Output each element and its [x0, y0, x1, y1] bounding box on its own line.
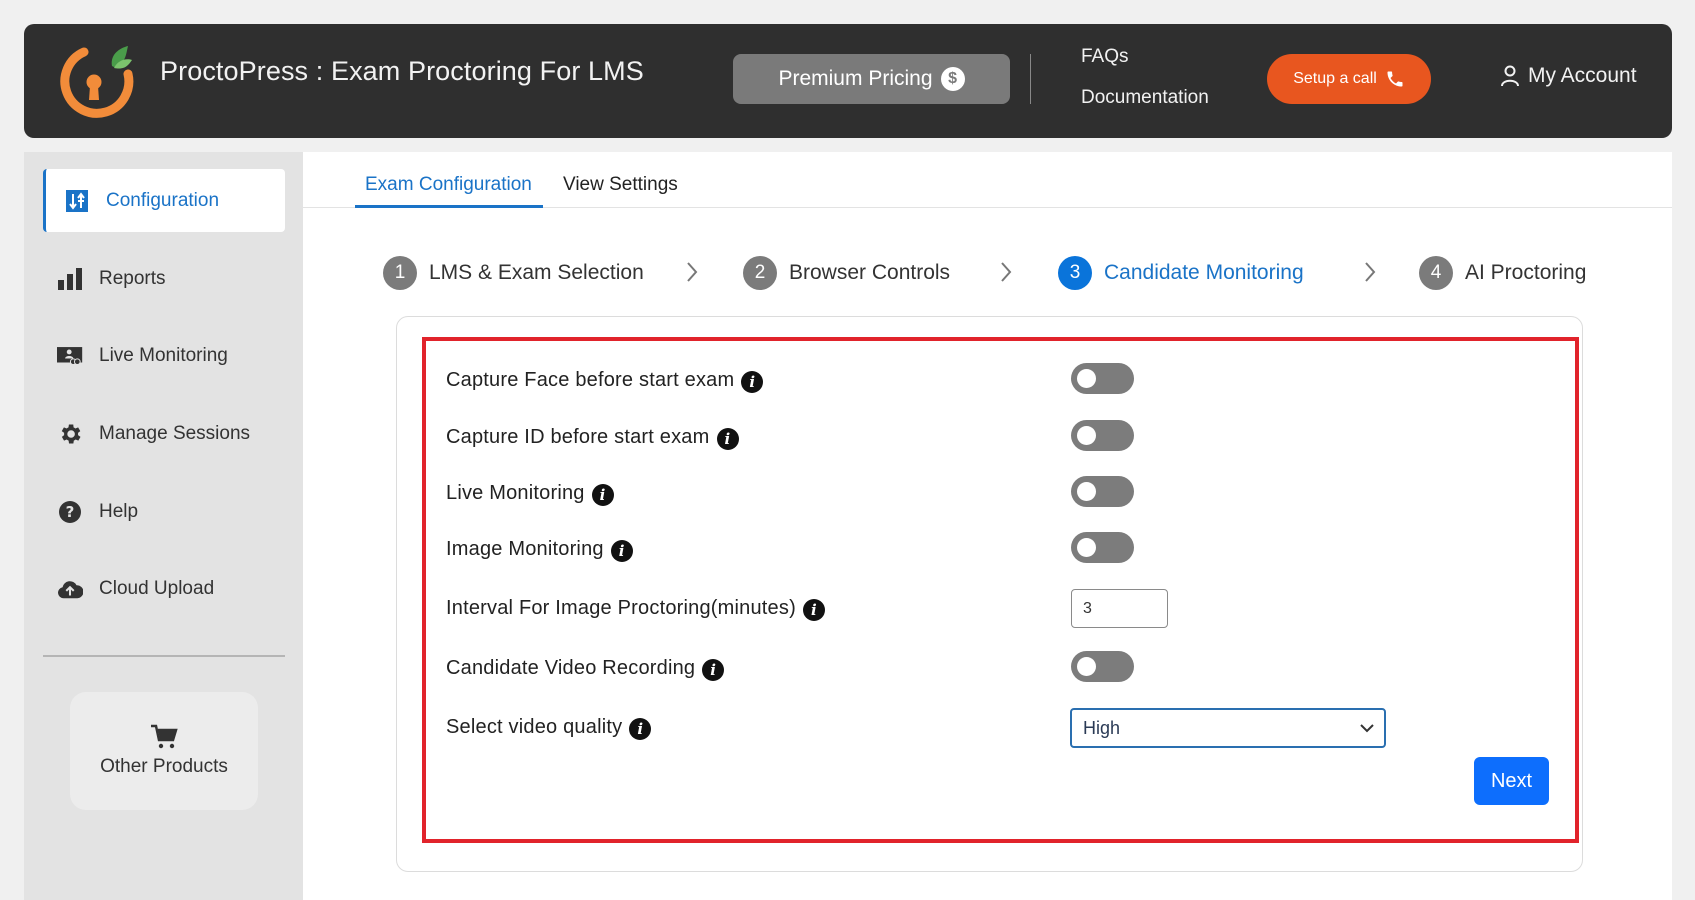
chevron-right-icon — [1001, 262, 1012, 282]
sidebar-item-label: Cloud Upload — [99, 577, 215, 599]
active-tab-indicator — [355, 205, 543, 208]
sidebar-item-label: Live Monitoring — [99, 344, 228, 366]
video-quality-select[interactable]: High — [1070, 708, 1386, 748]
label-text: Capture Face before start exam — [446, 368, 735, 391]
faqs-link[interactable]: FAQs — [1081, 46, 1129, 68]
video-quality-label: Select video quality i — [446, 714, 652, 740]
top-header: ProctoPress : Exam Proctoring For LMS Pr… — [24, 24, 1672, 138]
bar-chart-icon — [57, 266, 83, 292]
highlight-box — [422, 337, 1579, 843]
label-text: Interval For Image Proctoring(minutes) — [446, 596, 796, 619]
capture-face-toggle[interactable] — [1071, 363, 1134, 394]
info-icon[interactable]: i — [802, 599, 825, 621]
step-ai-proctoring[interactable]: 4 AI Proctoring — [1419, 256, 1586, 290]
step-number: 2 — [743, 256, 777, 290]
info-icon[interactable]: i — [702, 659, 725, 681]
interval-label: Interval For Image Proctoring(minutes) i — [446, 595, 825, 621]
question-icon: ? — [57, 499, 83, 525]
premium-pricing-label: Premium Pricing — [778, 67, 933, 90]
sidebar: Configuration Reports Live Monitoring Ma… — [24, 152, 303, 900]
my-account-label: My Account — [1528, 64, 1637, 87]
capture-face-label: Capture Face before start exam i — [446, 367, 764, 393]
toggle-knob — [1077, 426, 1096, 445]
label-text: Select video quality — [446, 715, 623, 738]
toggle-knob — [1077, 369, 1096, 388]
gear-icon — [57, 421, 83, 447]
video-recording-toggle[interactable] — [1071, 651, 1134, 682]
step-lms-exam-selection[interactable]: 1 LMS & Exam Selection — [383, 256, 644, 290]
step-number: 3 — [1058, 256, 1092, 290]
tab-view-settings[interactable]: View Settings — [563, 174, 678, 196]
info-icon[interactable]: i — [629, 718, 652, 740]
monitor-user-icon — [57, 343, 83, 369]
other-products-button[interactable]: Other Products — [70, 692, 258, 810]
phone-icon — [1387, 71, 1403, 87]
sidebar-item-help[interactable]: ? Help — [43, 480, 285, 543]
capture-id-toggle[interactable] — [1071, 420, 1134, 451]
label-text: Candidate Video Recording — [446, 656, 696, 679]
cloud-upload-icon — [57, 576, 83, 602]
sidebar-item-manage-sessions[interactable]: Manage Sessions — [43, 402, 285, 465]
info-icon[interactable]: i — [716, 428, 739, 450]
sidebar-divider — [43, 655, 285, 657]
documentation-link[interactable]: Documentation — [1081, 87, 1209, 109]
selected-value: High — [1083, 717, 1121, 738]
toggle-knob — [1077, 538, 1096, 557]
sidebar-item-reports[interactable]: Reports — [43, 247, 285, 310]
dollar-icon: $ — [940, 67, 965, 91]
info-icon[interactable]: i — [741, 371, 764, 393]
premium-pricing-button[interactable]: Premium Pricing $ — [733, 54, 1010, 104]
proctopress-logo-icon — [60, 46, 134, 118]
svg-text:?: ? — [66, 503, 75, 521]
image-monitoring-label: Image Monitoring i — [446, 536, 633, 562]
sliders-icon — [64, 188, 90, 214]
toggle-knob — [1077, 657, 1096, 676]
step-label: Candidate Monitoring — [1104, 261, 1304, 284]
label-text: Image Monitoring — [446, 537, 604, 560]
user-icon — [1501, 65, 1519, 87]
info-icon[interactable]: i — [591, 484, 614, 506]
label-text: Capture ID before start exam — [446, 425, 710, 448]
step-number: 1 — [383, 256, 417, 290]
step-number: 4 — [1419, 256, 1453, 290]
sidebar-item-label: Configuration — [106, 189, 220, 211]
step-browser-controls[interactable]: 2 Browser Controls — [743, 256, 950, 290]
sidebar-item-configuration[interactable]: Configuration — [43, 169, 285, 232]
live-monitoring-label: Live Monitoring i — [446, 480, 614, 506]
next-button[interactable]: Next — [1474, 757, 1549, 805]
chevron-right-icon — [1365, 262, 1376, 282]
header-divider — [1030, 54, 1031, 104]
sidebar-item-cloud-upload[interactable]: Cloud Upload — [43, 557, 285, 620]
info-icon[interactable]: i — [610, 540, 633, 562]
image-monitoring-toggle[interactable] — [1071, 532, 1134, 563]
step-candidate-monitoring[interactable]: 3 Candidate Monitoring — [1058, 256, 1304, 290]
setup-call-button[interactable]: Setup a call — [1267, 54, 1431, 104]
setup-call-label: Setup a call — [1293, 70, 1377, 87]
cart-icon — [151, 724, 178, 749]
step-label: AI Proctoring — [1465, 261, 1587, 284]
chevron-down-icon — [1360, 724, 1374, 733]
app-title: ProctoPress : Exam Proctoring For LMS — [160, 56, 644, 86]
video-recording-label: Candidate Video Recording i — [446, 655, 725, 681]
sidebar-item-label: Reports — [99, 267, 166, 289]
label-text: Live Monitoring — [446, 481, 585, 504]
my-account-link[interactable]: My Account — [1500, 64, 1637, 88]
toggle-knob — [1077, 482, 1096, 501]
chevron-right-icon — [687, 262, 698, 282]
other-products-label: Other Products — [100, 756, 228, 777]
sidebar-item-label: Help — [99, 500, 139, 522]
live-monitoring-toggle[interactable] — [1071, 476, 1134, 507]
interval-input[interactable] — [1071, 589, 1168, 628]
tab-exam-configuration[interactable]: Exam Configuration — [365, 174, 532, 196]
sidebar-item-live-monitoring[interactable]: Live Monitoring — [43, 324, 285, 387]
sidebar-item-label: Manage Sessions — [99, 422, 251, 444]
step-label: LMS & Exam Selection — [429, 261, 644, 284]
capture-id-label: Capture ID before start exam i — [446, 424, 739, 450]
step-label: Browser Controls — [789, 261, 951, 284]
main-content: Exam Configuration View Settings 1 LMS &… — [303, 152, 1672, 900]
